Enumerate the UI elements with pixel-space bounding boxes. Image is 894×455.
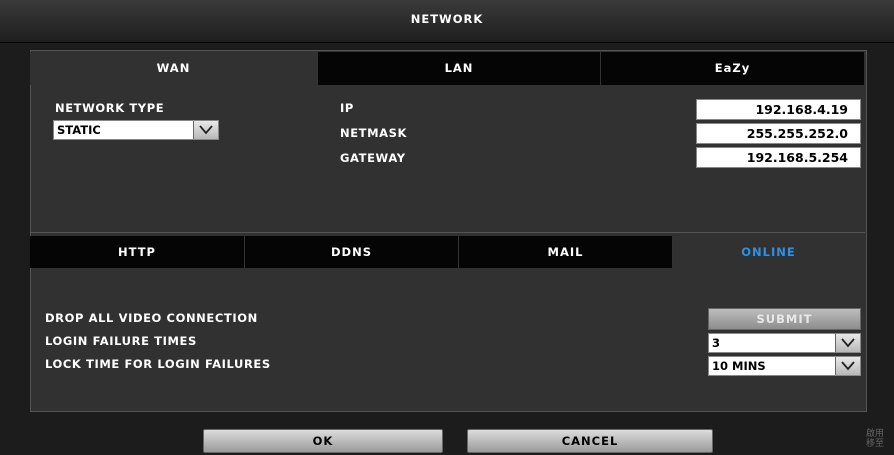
window-title: NETWORK <box>410 12 484 26</box>
tab-wan[interactable]: WAN <box>30 52 318 85</box>
network-type-select[interactable]: STATIC <box>53 120 219 140</box>
lock-time-value: 10 MINS <box>712 359 766 373</box>
tab-http[interactable]: HTTP <box>30 236 245 268</box>
tab-lan[interactable]: LAN <box>318 52 601 85</box>
tab-ddns[interactable]: DDNS <box>245 236 459 268</box>
login-failure-label: LOGIN FAILURE TIMES <box>45 334 197 348</box>
tab-mail[interactable]: MAIL <box>459 236 673 268</box>
gateway-field[interactable]: 192.168.5.254 <box>696 147 861 168</box>
main-tab-bar: WAN LAN EaZy <box>30 52 865 85</box>
login-failure-value: 3 <box>712 336 721 350</box>
title-bar: NETWORK <box>0 0 894 43</box>
chevron-down-icon[interactable] <box>193 121 218 139</box>
gateway-label: GATEWAY <box>340 151 406 165</box>
ip-label: IP <box>340 101 354 115</box>
sub-tab-bar: HTTP DDNS MAIL ONLINE <box>30 236 865 268</box>
tab-online[interactable]: ONLINE <box>673 236 865 268</box>
network-type-value: STATIC <box>57 123 101 137</box>
netmask-label: NETMASK <box>340 126 408 140</box>
submit-button[interactable]: SUBMIT <box>708 308 861 330</box>
chevron-down-icon[interactable] <box>835 334 860 352</box>
activation-watermark: 啟用 移至 <box>866 429 885 449</box>
drop-connections-label: DROP ALL VIDEO CONNECTION <box>45 311 258 325</box>
login-failure-select[interactable]: 3 <box>708 333 861 353</box>
chevron-down-icon[interactable] <box>835 357 860 375</box>
section-divider <box>30 232 865 233</box>
ok-button[interactable]: OK <box>203 429 443 453</box>
cancel-button[interactable]: CANCEL <box>467 429 713 453</box>
network-type-label: NETWORK TYPE <box>55 101 165 115</box>
netmask-field[interactable]: 255.255.252.0 <box>696 123 861 144</box>
tab-eazy[interactable]: EaZy <box>601 52 865 85</box>
lock-time-label: LOCK TIME FOR LOGIN FAILURES <box>45 357 271 371</box>
lock-time-select[interactable]: 10 MINS <box>708 356 861 376</box>
ip-field[interactable]: 192.168.4.19 <box>696 99 861 120</box>
